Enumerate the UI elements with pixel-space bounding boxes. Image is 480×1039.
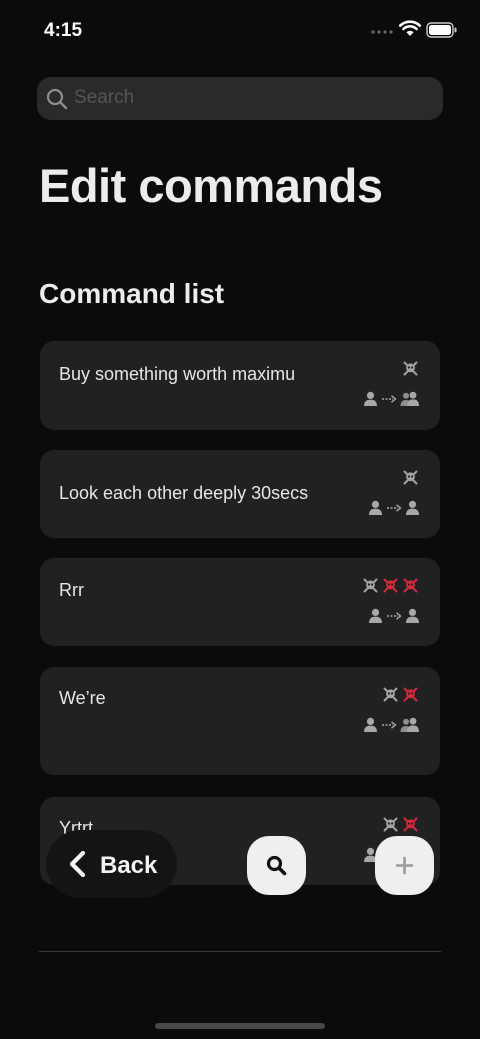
command-card[interactable]: Rrr [40,558,440,646]
command-label: We’re [59,688,106,708]
person-icon [369,500,382,515]
search-icon [46,88,68,110]
target-indicator [368,500,420,515]
person-icon [364,391,377,406]
target-indicator [368,608,420,623]
battery-icon [426,22,457,38]
arrow-icon [382,720,397,729]
skull-icon [403,361,418,376]
signal-icon [371,30,393,34]
command-label: Buy something worth maximu [59,364,296,384]
command-label: Look each other deeply 30secs [59,483,309,503]
skull-icon [403,687,418,702]
target-indicator [363,391,420,406]
back-label: Back [100,852,158,879]
search-icon [266,855,287,876]
skull-icon [403,817,418,832]
chevron-left-icon [69,850,86,878]
severity-indicator [363,578,418,593]
person-icon [406,608,419,623]
skull-icon [383,578,398,593]
severity-indicator [403,470,418,485]
arrow-icon [387,611,402,620]
severity-indicator [383,817,418,832]
arrow-icon [382,394,397,403]
add-command-button[interactable] [375,836,434,895]
person-icon [369,608,382,623]
skull-icon [363,578,378,593]
search-button[interactable] [247,836,306,895]
command-card[interactable]: Buy something worth maximu [40,341,440,430]
skull-icon [403,470,418,485]
plus-icon [395,856,414,875]
person-icon [364,717,377,732]
skull-icon [383,687,398,702]
status-bar: 4:15 [0,0,480,60]
home-indicator [155,1023,325,1029]
command-card[interactable]: We’re [40,667,440,775]
search-placeholder: Search [74,87,135,108]
arrow-icon [387,503,402,512]
skull-icon [403,578,418,593]
page-title: Edit commands [39,159,383,212]
section-title: Command list [39,278,225,309]
target-indicator [363,717,420,732]
status-time: 4:15 [44,20,83,41]
severity-indicator [403,361,418,376]
person-icon [406,500,419,515]
group-icon [400,717,419,732]
back-button[interactable]: Back [46,830,177,898]
severity-indicator [383,687,418,702]
command-label: Rrr [59,580,84,600]
command-card[interactable]: Look each other deeply 30secs [40,450,440,538]
group-icon [400,391,419,406]
divider [39,951,441,952]
skull-icon [383,817,398,832]
wifi-icon [399,20,421,36]
